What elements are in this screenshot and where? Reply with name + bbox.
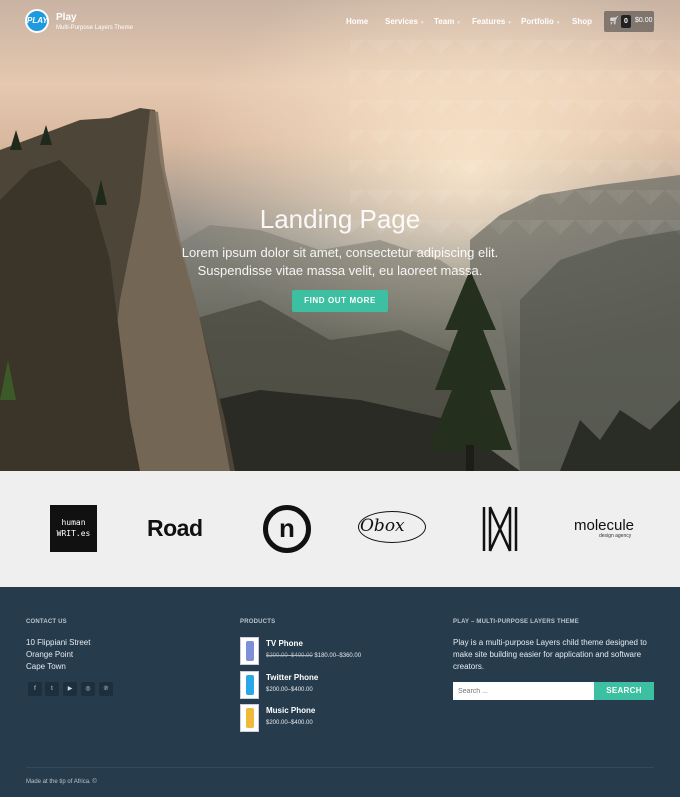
- cart-button[interactable]: 🛒︎ 0 $0.00: [604, 11, 654, 32]
- nav-item-features[interactable]: Features ▾: [472, 17, 511, 26]
- phone-icon: [246, 675, 254, 695]
- nav-item-shop[interactable]: Shop: [572, 17, 592, 26]
- pinterest-icon[interactable]: ℗: [99, 682, 113, 696]
- product-price: $200.00–$400.00 $180.00–$360.00: [266, 653, 362, 659]
- footer-divider: [26, 767, 654, 768]
- play-logo-icon[interactable]: PLAY: [25, 9, 49, 33]
- chevron-down-icon: ▾: [508, 20, 511, 26]
- nav-item-portfolio[interactable]: Portfolio ▾: [521, 17, 559, 26]
- facebook-icon[interactable]: f: [28, 682, 42, 696]
- molecule-logo[interactable]: molecule: [574, 517, 634, 534]
- about-text-line1: Play is a multi-purpose Layers child the…: [453, 638, 647, 647]
- nav-item-team[interactable]: Team ▾: [434, 17, 460, 26]
- dribbble-icon[interactable]: ◎: [81, 682, 95, 696]
- product-item-music-phone[interactable]: Music Phone $200.00–$400.00: [240, 704, 400, 734]
- n-circle-logo[interactable]: n: [263, 505, 311, 553]
- about-text-line3: creators.: [453, 662, 485, 671]
- contact-address-line2: Orange Point: [26, 650, 74, 659]
- nav-item-home[interactable]: Home: [346, 17, 368, 26]
- product-item-tv-phone[interactable]: TV Phone $200.00–$400.00 $180.00–$360.00: [240, 637, 400, 667]
- contact-address-line1: 10 Flippiani Street: [26, 638, 91, 647]
- product-thumbnail: [240, 637, 259, 665]
- molecule-logo-subtitle: design agency: [599, 533, 632, 539]
- chevron-down-icon: ▾: [420, 20, 424, 26]
- chevron-down-icon: ▾: [556, 20, 560, 26]
- product-name[interactable]: Twitter Phone: [266, 673, 318, 682]
- cart-icon: 🛒︎: [609, 16, 620, 25]
- brand-name[interactable]: Play: [56, 12, 77, 23]
- site-header: PLAY Play Multi-Purpose Layers Theme Hom…: [0, 0, 680, 44]
- phone-icon: [246, 708, 254, 728]
- twitter-icon[interactable]: t: [45, 682, 59, 696]
- obox-logo[interactable]: Obox: [360, 516, 405, 536]
- road-logo[interactable]: Road: [147, 515, 203, 542]
- hero-subtitle: Lorem ipsum dolor sit amet, consectetur …: [181, 245, 499, 278]
- product-price: $200.00–$400.00: [266, 687, 313, 693]
- products-heading: PRODUCTS: [240, 619, 276, 625]
- site-footer: CONTACT US 10 Flippiani Street Orange Po…: [0, 587, 680, 797]
- h-logo[interactable]: [482, 505, 518, 553]
- human-writes-logo[interactable]: human WRIT.es: [50, 505, 97, 552]
- product-name[interactable]: TV Phone: [266, 639, 303, 648]
- search-button[interactable]: SEARCH: [594, 682, 654, 700]
- hero-title: Landing Page: [259, 204, 421, 234]
- hero-section: PLAY Play Multi-Purpose Layers Theme Hom…: [0, 0, 680, 471]
- product-item-twitter-phone[interactable]: Twitter Phone $200.00–$400.00: [240, 671, 400, 701]
- brand-tagline: Multi-Purpose Layers Theme: [56, 25, 133, 31]
- phone-icon: [246, 641, 254, 661]
- product-price: $200.00–$400.00: [266, 720, 313, 726]
- find-out-more-button[interactable]: FIND OUT MORE: [292, 290, 388, 312]
- product-thumbnail: [240, 671, 259, 699]
- about-heading: PLAY – MULTI-PURPOSE LAYERS THEME: [453, 619, 579, 625]
- cart-total: $0.00: [635, 17, 653, 24]
- chevron-down-icon: ▾: [457, 20, 460, 26]
- about-text-line2: make site building easier for applicatio…: [453, 650, 642, 659]
- client-logos-strip: human WRIT.es Road n Obox molecule desig…: [0, 471, 680, 587]
- product-name[interactable]: Music Phone: [266, 706, 315, 715]
- nav-item-services[interactable]: Services ▾: [385, 17, 423, 26]
- contact-address-line3: Cape Town: [26, 662, 66, 671]
- copyright-text: Made at the tip of Africa. ©: [26, 779, 97, 785]
- youtube-icon[interactable]: ▶: [63, 682, 77, 696]
- search-input[interactable]: [453, 682, 594, 700]
- h-logo-mark: [482, 506, 518, 552]
- cart-count: 0: [621, 15, 631, 28]
- contact-heading: CONTACT US: [26, 619, 67, 625]
- product-thumbnail: [240, 704, 259, 732]
